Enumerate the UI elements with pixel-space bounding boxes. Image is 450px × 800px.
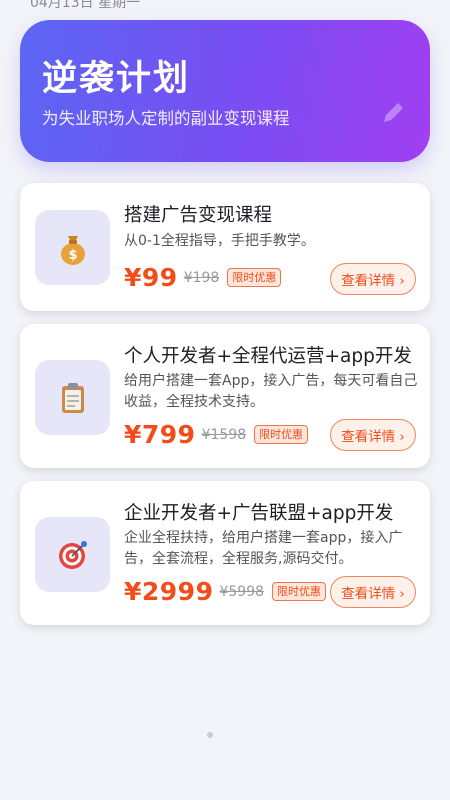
target-icon — [58, 540, 87, 569]
price: ¥799 — [124, 420, 196, 449]
card-desc: 从0-1全程指导，手把手教学。 — [124, 233, 315, 249]
course-card-ad-monetization[interactable]: $ 搭建广告变现课程 从0-1全程指导，手把手教学。 ¥99 ¥198 限时优惠… — [20, 183, 430, 311]
view-details-button[interactable]: 查看详情 › — [330, 419, 416, 451]
card-icon-box: $ — [35, 210, 110, 285]
view-details-button[interactable]: 查看详情 › — [330, 263, 416, 295]
course-card-enterprise-developer[interactable]: 企业开发者+广告联盟+app开发 企业全程扶持，给用户搭建一套app，接入广告，… — [20, 481, 430, 625]
card-title: 搭建广告变现课程 — [124, 205, 273, 226]
promo-badge: 限时优惠 — [272, 582, 327, 601]
card-title: 个人开发者+全程代运营+app开发 — [124, 346, 412, 367]
status-date: 04月13日 星期一 — [30, 0, 141, 11]
promo-badge: 限时优惠 — [227, 268, 282, 287]
card-desc: 企业全程扶持，给用户搭建一套app，接入广告，全套流程，全程服务,源码交付。 — [124, 530, 403, 567]
price: ¥99 — [124, 263, 178, 292]
old-price: ¥198 — [183, 269, 220, 286]
view-details-button[interactable]: 查看详情 › — [330, 576, 416, 608]
old-price: ¥1598 — [201, 426, 247, 443]
hero-banner: 逆袭计划 为失业职场人定制的副业变现课程 — [20, 20, 430, 162]
price-row: ¥2999 ¥5998 限时优惠 — [124, 577, 327, 606]
card-desc: 给用户搭建一套App，接入广告，每天可看自己收益，全程技术支持。 — [124, 373, 418, 410]
card-title: 企业开发者+广告联盟+app开发 — [124, 503, 394, 524]
hero-subtitle: 为失业职场人定制的副业变现课程 — [42, 109, 290, 128]
course-card-personal-developer[interactable]: 个人开发者+全程代运营+app开发 给用户搭建一套App，接入广告，每天可看自己… — [20, 324, 430, 468]
old-price: ¥5998 — [219, 583, 265, 600]
card-icon-box — [35, 517, 110, 592]
money-bag-icon: $ — [60, 235, 85, 265]
promo-badge: 限时优惠 — [254, 425, 309, 444]
price: ¥2999 — [124, 577, 214, 606]
clipboard-icon — [61, 382, 84, 413]
card-icon-box — [35, 360, 110, 435]
price-row: ¥99 ¥198 限时优惠 — [124, 263, 282, 292]
price-row: ¥799 ¥1598 限时优惠 — [124, 420, 309, 449]
svg-text:$: $ — [68, 248, 77, 263]
hero-title: 逆袭计划 — [42, 59, 191, 99]
pen-icon — [384, 103, 403, 122]
page-indicator-dot — [207, 732, 213, 738]
